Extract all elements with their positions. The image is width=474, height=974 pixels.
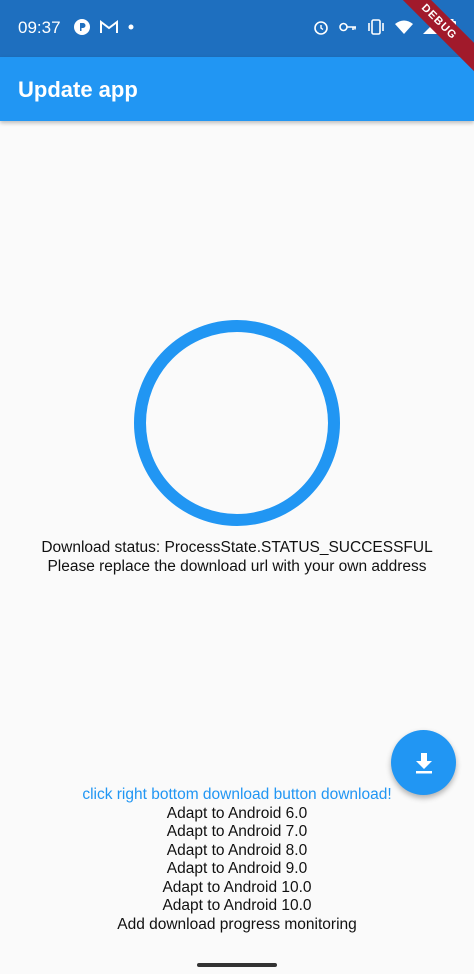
wifi-icon — [395, 20, 413, 34]
p-app-icon — [74, 19, 90, 35]
changelog-item: Adapt to Android 10.0 — [162, 878, 312, 896]
dot-icon — [128, 24, 134, 30]
page-title: Update app — [18, 77, 138, 102]
download-status-line: Download status: ProcessState.STATUS_SUC… — [41, 539, 433, 556]
changelog-item: Adapt to Android 9.0 — [166, 860, 308, 877]
download-button[interactable] — [391, 730, 456, 795]
replace-url-note: Please replace the download url with you… — [47, 558, 427, 575]
download-icon — [415, 752, 432, 773]
changelog-item: Adapt to Android 7.0 — [166, 823, 308, 840]
progress-arc — [134, 320, 340, 526]
changelog: click right bottom download button downl… — [0, 786, 474, 934]
gesture-nav-handle[interactable] — [197, 963, 277, 967]
download-status: Download status: ProcessState.STATUS_SUC… — [0, 538, 474, 576]
download-progress-ring — [134, 320, 340, 526]
changelog-item: Adapt to Android 8.0 — [166, 841, 308, 859]
gmail-icon — [100, 20, 118, 33]
notification-icons — [74, 19, 134, 35]
vibrate-icon — [368, 19, 384, 35]
changelog-item: Adapt to Android 10.0 — [162, 897, 312, 914]
changelog-item: Add download progress monitoring — [117, 915, 357, 933]
alarm-icon — [314, 21, 328, 35]
app-bar: Update app — [0, 57, 474, 121]
status-bar: 09:37 — [0, 0, 474, 57]
status-time: 09:37 — [18, 18, 61, 37]
download-hint-link[interactable]: click right bottom download button downl… — [0, 786, 474, 805]
changelog-item: Adapt to Android 6.0 — [166, 804, 308, 822]
key-icon — [339, 22, 356, 32]
